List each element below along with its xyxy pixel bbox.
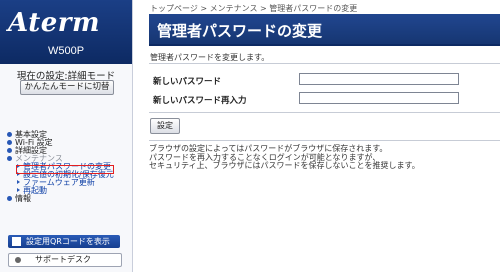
confirm-password-label: 新しいパスワード再入力: [153, 96, 247, 106]
breadcrumb-separator: >: [257, 4, 270, 13]
show-qr-code-button[interactable]: 設定用QRコードを表示: [8, 235, 120, 248]
new-password-label: 新しいパスワード: [153, 77, 222, 87]
arrow-icon: [17, 180, 20, 184]
bullet-icon: [15, 257, 21, 263]
arrow-icon: [17, 188, 20, 192]
bullet-icon: [7, 140, 12, 145]
set-button[interactable]: 設定: [150, 118, 180, 134]
sidebar-item-label: 情報: [15, 194, 31, 203]
breadcrumb-current: 管理者パスワードの変更: [269, 4, 358, 13]
title-bar: 管理者パスワードの変更: [149, 14, 500, 46]
bullet-icon: [7, 156, 12, 161]
breadcrumb: トップページ > メンテナンス > 管理者パスワードの変更: [150, 3, 357, 14]
support-desk-button[interactable]: サポートデスク: [8, 253, 122, 267]
model-name: W500P: [47, 45, 85, 57]
note-line: セキュリティ上、ブラウザにはパスワードを保存しないことを推奨します。: [149, 161, 420, 170]
sidebar-item-info[interactable]: 情報: [7, 195, 131, 203]
page-description: 管理者パスワードを変更します。: [150, 53, 270, 62]
breadcrumb-maintenance-link[interactable]: メンテナンス: [210, 4, 258, 13]
aterm-logo: Aterm: [8, 8, 100, 38]
sidebar: Aterm W500P 現在の設定:詳細モード かんたんモードに切替 基本設定 …: [0, 0, 133, 272]
new-password-input[interactable]: [299, 73, 459, 85]
page-title: 管理者パスワードの変更: [157, 22, 323, 40]
bullet-icon: [7, 196, 12, 201]
logo-band: Aterm W500P: [0, 0, 132, 64]
switch-easy-mode-button[interactable]: かんたんモードに切替: [20, 80, 114, 95]
qr-code-icon: [12, 237, 21, 246]
password-form: 新しいパスワード 新しいパスワード再入力: [149, 63, 500, 113]
active-item-highlight: [16, 165, 114, 174]
breadcrumb-top-link[interactable]: トップページ: [150, 4, 198, 13]
confirm-password-input[interactable]: [299, 92, 459, 104]
bullet-icon: [7, 132, 12, 137]
support-button-label: サポートデスク: [35, 255, 91, 264]
qr-button-label: 設定用QRコードを表示: [26, 237, 110, 246]
bullet-icon: [7, 148, 12, 153]
note-area: ブラウザの設定によってはパスワードがブラウザに保存されます。 パスワードを再入力…: [149, 140, 500, 171]
breadcrumb-separator: >: [197, 4, 210, 13]
